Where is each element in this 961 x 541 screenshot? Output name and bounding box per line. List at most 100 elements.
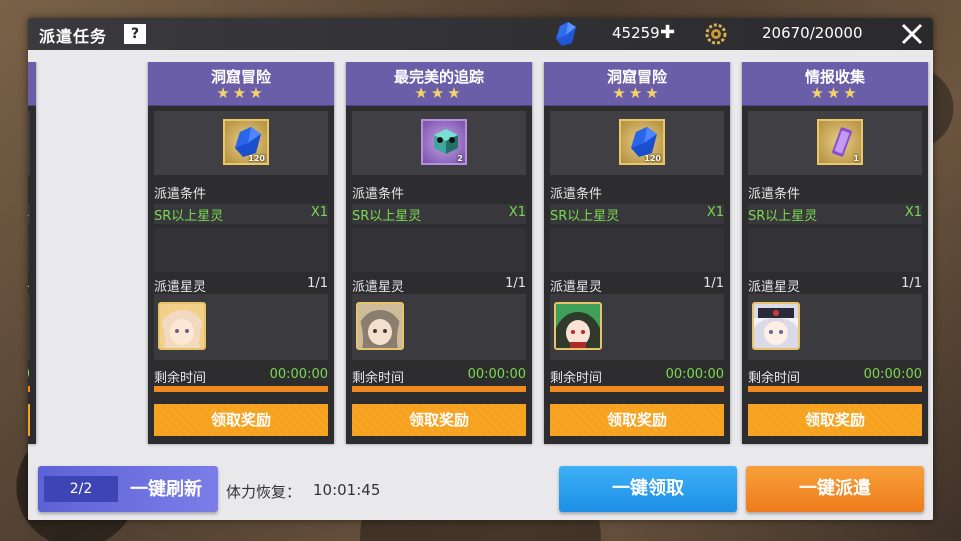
time-progress-bar	[352, 386, 526, 392]
time-progress-bar	[748, 386, 922, 392]
reward-area: 1	[748, 111, 922, 175]
help-button[interactable]: ?	[124, 24, 146, 44]
condition-text: SR以上星灵	[154, 209, 224, 224]
condition-spacer	[28, 228, 30, 272]
mission-stars: ★★★	[612, 84, 662, 102]
mission-stars: ★★★	[810, 84, 860, 102]
card-header: 最完美的追踪★★★	[28, 62, 36, 106]
spirit-label: 派遣星灵	[748, 280, 801, 295]
time-row: 剩余时间 00:00:00	[748, 367, 922, 386]
condition-quantity: X1	[310, 205, 328, 220]
spirit-label-row: 派遣星灵1/1	[154, 276, 328, 295]
dispatch-card: 最完美的追踪★★★2派遣条件SR以上星灵X1派遣星灵1/1剩余时间00:00:0…	[346, 62, 532, 444]
spirit-label: 派遣星灵	[352, 280, 405, 295]
spirit-portrait[interactable]	[752, 302, 800, 350]
spirit-slot-area	[352, 294, 526, 360]
time-remaining: 00:00:00	[467, 367, 526, 382]
time-progress-bar	[154, 386, 328, 392]
dispatch-all-button[interactable]: 一键派遣	[746, 466, 924, 512]
stamina-count: 20670/20000	[762, 24, 863, 42]
reward-quantity: 120	[248, 154, 265, 163]
dispatch-panel: 派遣任务 ? 45259 ✚ 20670/20000 最完美的追踪★★★ 2 派遣条…	[28, 18, 933, 520]
claim-reward-button[interactable]: 领取奖励	[550, 404, 724, 436]
condition-row: SR以上星灵 X1	[154, 204, 328, 224]
reward-item[interactable]: 120	[223, 119, 269, 165]
condition-label-row: 派遣条件	[154, 183, 328, 202]
condition-label: 派遣条件	[748, 187, 801, 202]
condition-row: SR以上星灵 X1	[352, 204, 526, 224]
spirit-count: 1/1	[703, 276, 724, 291]
mission-stars: ★★★	[216, 84, 266, 102]
card-header: 情报收集 ★★★	[742, 62, 928, 106]
refresh-all-label: 一键刷新	[130, 479, 202, 500]
spirit-portrait[interactable]	[554, 302, 602, 350]
condition-row: SR以上星灵X1	[550, 204, 724, 224]
reward-area: 2	[352, 111, 526, 175]
claim-reward-button[interactable]: 领取奖励	[154, 404, 328, 436]
close-icon[interactable]	[900, 23, 924, 45]
spirit-count: 1/1	[505, 276, 526, 291]
spirit-label: 派遣星灵	[154, 280, 207, 295]
dispatch-cards: 最完美的追踪★★★ 2 派遣条件 SR以上星灵 X1 派遣星灵 1/1 剩余时间 00:00:0…	[28, 62, 933, 460]
condition-text: SR以上星灵	[748, 209, 818, 224]
condition-spacer	[154, 228, 328, 272]
claim-reward-button[interactable]: 领取奖励	[28, 404, 30, 436]
reward-item[interactable]: 1	[817, 119, 863, 165]
time-progress-bar	[28, 386, 30, 392]
condition-label: 派遣条件	[550, 187, 603, 202]
claim-reward-button[interactable]: 领取奖励	[748, 404, 922, 436]
mission-stars: ★★★	[28, 84, 36, 102]
time-remaining: 00:00:00	[28, 367, 30, 382]
spirit-portrait[interactable]	[158, 302, 206, 350]
dispatch-card: 最完美的追踪★★★2派遣条件SR以上星灵X1派遣星灵1/1剩余时间00:00:0…	[28, 62, 36, 444]
footer-bar: 2/2 一键刷新 体力恢复： 10:01:45 一键领取 一键派遣	[28, 460, 933, 520]
condition-spacer	[352, 228, 526, 272]
condition-spacer	[550, 228, 724, 272]
mission-stars: ★★★	[414, 84, 464, 102]
condition-quantity: X1	[508, 205, 526, 220]
condition-quantity: X1	[904, 205, 922, 220]
stamina-gear-icon	[705, 23, 727, 45]
spirit-label-row: 派遣星灵 1/1	[352, 276, 526, 295]
condition-text: SR以上星灵	[352, 209, 422, 224]
spirit-label: 派遣星灵	[550, 280, 603, 295]
time-row: 剩余时间 00:00:00	[352, 367, 526, 386]
claim-reward-button[interactable]: 领取奖励	[352, 404, 526, 436]
condition-quantity: X1	[28, 205, 30, 220]
condition-spacer	[748, 228, 922, 272]
spirit-slot-area	[748, 294, 922, 360]
spirit-slot-area	[550, 294, 724, 360]
time-label: 剩余时间	[154, 371, 207, 386]
condition-label: 派遣条件	[352, 187, 405, 202]
condition-label: 派遣条件	[154, 187, 207, 202]
reward-quantity: 120	[644, 154, 661, 163]
time-remaining: 00:00:00	[863, 367, 922, 382]
card-header: 洞窟冒险 ★★★	[544, 62, 730, 106]
collect-all-button[interactable]: 一键领取	[559, 466, 737, 512]
condition-row: SR以上星灵 X1	[748, 204, 922, 224]
spirit-portrait[interactable]	[356, 302, 404, 350]
refresh-count: 2/2	[44, 476, 118, 502]
time-row: 剩余时间 00:00:00	[154, 367, 328, 386]
time-label: 剩余时间	[748, 371, 801, 386]
time-remaining: 00:00:00	[269, 367, 328, 382]
time-label: 剩余时间	[550, 371, 603, 386]
dispatch-card: 洞窟冒险 ★★★ 120 派遣条件 SR以上星灵 X1 派遣星灵 1/1 剩余时间 00:00:0…	[148, 62, 334, 444]
reward-quantity: 1	[853, 154, 859, 163]
dispatch-card: 洞窟冒险 ★★★ 120 派遣条件 SR以上星灵 X1 派遣星灵 1/1 剩余时间 00:00:0…	[544, 62, 730, 444]
reward-item[interactable]: 2	[421, 119, 467, 165]
refresh-all-button[interactable]: 2/2 一键刷新	[38, 466, 218, 512]
reward-item[interactable]: 120	[619, 119, 665, 165]
time-row: 剩余时间00:00:00	[550, 367, 724, 386]
time-label: 剩余时间	[352, 371, 405, 386]
spirit-label-row: 派遣星灵1/1	[28, 276, 30, 294]
stamina-recover-label: 体力恢复：	[226, 483, 302, 501]
card-header: 洞窟冒险 ★★★	[148, 62, 334, 106]
time-row: 剩余时间00:00:00	[28, 367, 30, 385]
condition-quantity: X1	[706, 205, 724, 220]
stamina-recover-time: 10:01:45	[313, 481, 381, 499]
add-crystal-icon[interactable]: ✚	[660, 24, 675, 42]
condition-row: SR以上星灵X1	[28, 204, 30, 224]
crystal-count: 45259	[612, 24, 660, 42]
spirit-label-row: 派遣星灵1/1	[748, 276, 922, 295]
